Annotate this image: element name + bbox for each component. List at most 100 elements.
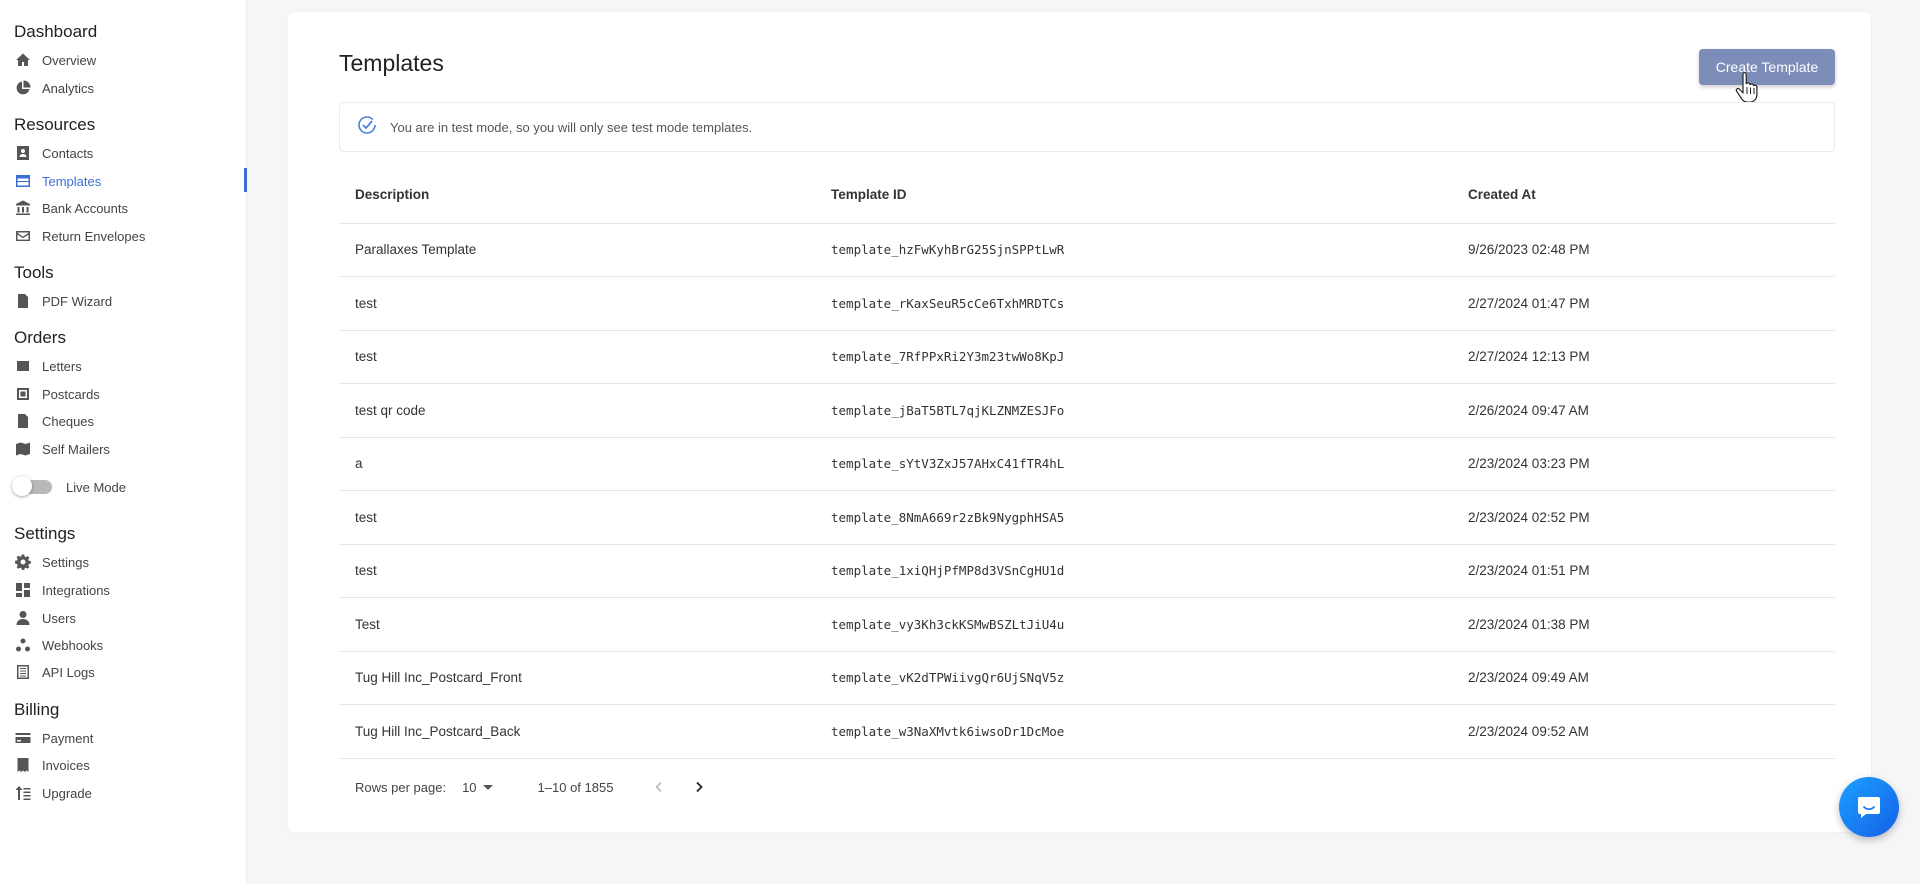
cell-template-id: template_w3NaXMvtk6iwsoDr1DcMoe (815, 704, 1452, 759)
contact-book-icon (14, 144, 32, 162)
sidebar-item-integrations[interactable]: Integrations (14, 577, 244, 603)
create-template-button[interactable]: Create Template (1699, 49, 1835, 85)
cell-description: Test (339, 597, 815, 652)
table-row[interactable]: Test template_vy3Kh3ckKSMwBSZLtJiU4u 2/2… (339, 597, 1835, 652)
sidebar-item-invoices[interactable]: Invoices (14, 752, 244, 778)
list-icon (14, 663, 32, 681)
sidebar-item-overview[interactable]: Overview (14, 47, 244, 73)
cell-created-at: 2/23/2024 02:52 PM (1452, 490, 1835, 545)
toggle-switch[interactable] (12, 476, 52, 496)
sidebar-item-label: Integrations (42, 582, 110, 598)
live-mode-toggle[interactable]: Live Mode (12, 476, 126, 498)
cell-description: a (339, 437, 815, 491)
table-row[interactable]: test template_7RfPPxRi2Y3m23twWo8KpJ 2/2… (339, 330, 1835, 384)
section-title-dashboard: Dashboard (14, 22, 98, 41)
sidebar-item-templates[interactable]: Templates (14, 168, 244, 194)
templates-card: Templates Create Template You are in tes… (288, 12, 1871, 832)
cell-template-id: template_7RfPPxRi2Y3m23twWo8KpJ (815, 330, 1452, 384)
toggle-knob (12, 476, 32, 496)
sidebar-item-letters[interactable]: Letters (14, 353, 244, 379)
cell-template-id: template_vy3Kh3ckKSMwBSZLtJiU4u (815, 597, 1452, 652)
chevron-left-icon (655, 781, 663, 793)
envelope-icon (14, 227, 32, 245)
cell-description: test qr code (339, 383, 815, 438)
sidebar-item-pdf-wizard[interactable]: PDF Wizard (14, 288, 244, 314)
gear-icon (14, 553, 32, 571)
table-row[interactable]: test template_1xiQHjPfMP8d3VSnCgHU1d 2/2… (339, 544, 1835, 598)
sidebar-item-label: Cheques (42, 413, 95, 429)
cell-template-id: template_8NmA669r2zBk9NygphHSA5 (815, 490, 1452, 545)
cheque-icon (14, 412, 32, 430)
sidebar-item-webhooks[interactable]: Webhooks (14, 632, 244, 658)
cell-description: test (339, 490, 815, 545)
section-title-resources: Resources (14, 115, 96, 134)
sidebar-item-analytics[interactable]: Analytics (14, 75, 244, 101)
sidebar-item-label: Upgrade (42, 785, 92, 801)
previous-page-button[interactable] (645, 773, 673, 801)
home-icon (14, 51, 32, 69)
table-row[interactable]: a template_sYtV3ZxJ57AHxC41fTR4hL 2/23/2… (339, 437, 1835, 491)
page-title: Templates (339, 50, 444, 76)
caret-down-icon (482, 784, 493, 790)
sidebar-item-label: Postcards (42, 386, 100, 402)
postcard-icon (14, 385, 32, 403)
table-row[interactable]: test qr code template_jBaT5BTL7qjKLZNMZE… (339, 383, 1835, 438)
sidebar-item-payment[interactable]: Payment (14, 725, 244, 751)
template-icon (14, 172, 32, 190)
table-row[interactable]: Tug Hill Inc_Postcard_Back template_w3Na… (339, 704, 1835, 759)
sidebar-item-label: PDF Wizard (42, 293, 113, 309)
sidebar-item-cheques[interactable]: Cheques (14, 408, 244, 434)
integrations-icon (14, 581, 32, 599)
cell-description: Tug Hill Inc_Postcard_Front (339, 651, 815, 705)
sidebar-item-postcards[interactable]: Postcards (14, 381, 244, 407)
bank-icon (14, 199, 32, 217)
sidebar-item-label: Settings (42, 554, 89, 570)
sidebar-item-label: Letters (42, 358, 82, 374)
table-row[interactable]: test template_8NmA669r2zBk9NygphHSA5 2/2… (339, 490, 1835, 545)
sidebar-item-label: Templates (42, 173, 102, 189)
sidebar-item-settings[interactable]: Settings (14, 549, 244, 575)
rows-per-page-label: Rows per page: (355, 779, 447, 795)
sidebar-item-upgrade[interactable]: Upgrade (14, 780, 244, 806)
cell-description: test (339, 544, 815, 598)
cell-created-at: 2/23/2024 03:23 PM (1452, 437, 1835, 491)
table-row[interactable]: Tug Hill Inc_Postcard_Front template_vK2… (339, 651, 1835, 705)
sidebar-item-self-mailers[interactable]: Self Mailers (14, 436, 244, 462)
sidebar-item-bank-accounts[interactable]: Bank Accounts (14, 195, 244, 221)
table-row[interactable]: Parallaxes Template template_hzFwKyhBrG2… (339, 223, 1835, 277)
cell-template-id: template_sYtV3ZxJ57AHxC41fTR4hL (815, 437, 1452, 491)
sidebar-item-users[interactable]: Users (14, 605, 244, 631)
live-mode-label: Live Mode (66, 479, 126, 495)
active-nav-indicator (244, 168, 247, 192)
cell-description: Tug Hill Inc_Postcard_Back (339, 704, 815, 759)
user-icon (14, 609, 32, 627)
invoice-icon (14, 756, 32, 774)
sidebar-item-label: Invoices (42, 757, 90, 773)
sidebar-item-label: Contacts (42, 145, 94, 161)
sidebar-item-label: Overview (42, 52, 97, 68)
column-header-description[interactable]: Description (339, 167, 815, 224)
rows-per-page-select[interactable]: 10 (462, 779, 493, 795)
rows-per-page-value: 10 (462, 779, 477, 795)
cell-created-at: 2/27/2024 12:13 PM (1452, 330, 1835, 384)
cell-created-at: 2/23/2024 01:38 PM (1452, 597, 1835, 652)
column-header-created-at[interactable]: Created At (1452, 167, 1835, 224)
map-icon (14, 440, 32, 458)
column-header-template-id[interactable]: Template ID (815, 167, 1452, 224)
table-row[interactable]: test template_rKaxSeuR5cCe6TxhMRDTCs 2/2… (339, 276, 1835, 331)
sidebar-item-label: Webhooks (42, 637, 104, 653)
cell-description: test (339, 330, 815, 384)
cell-description: Parallaxes Template (339, 223, 815, 277)
sidebar-item-return-envelopes[interactable]: Return Envelopes (14, 223, 244, 249)
sidebar-item-label: Payment (42, 730, 94, 746)
sidebar-item-label: Analytics (42, 80, 95, 96)
notice-text: You are in test mode, so you will only s… (390, 119, 753, 135)
sidebar-item-api-logs[interactable]: API Logs (14, 659, 244, 685)
cell-created-at: 2/27/2024 01:47 PM (1452, 276, 1835, 331)
chat-bubble-icon (1858, 797, 1880, 818)
chat-button[interactable] (1839, 777, 1899, 837)
next-page-button[interactable] (685, 773, 713, 801)
sidebar-item-label: Bank Accounts (42, 200, 128, 216)
table-header-row: Description Template ID Created At (339, 167, 1835, 224)
sidebar-item-contacts[interactable]: Contacts (14, 140, 244, 166)
